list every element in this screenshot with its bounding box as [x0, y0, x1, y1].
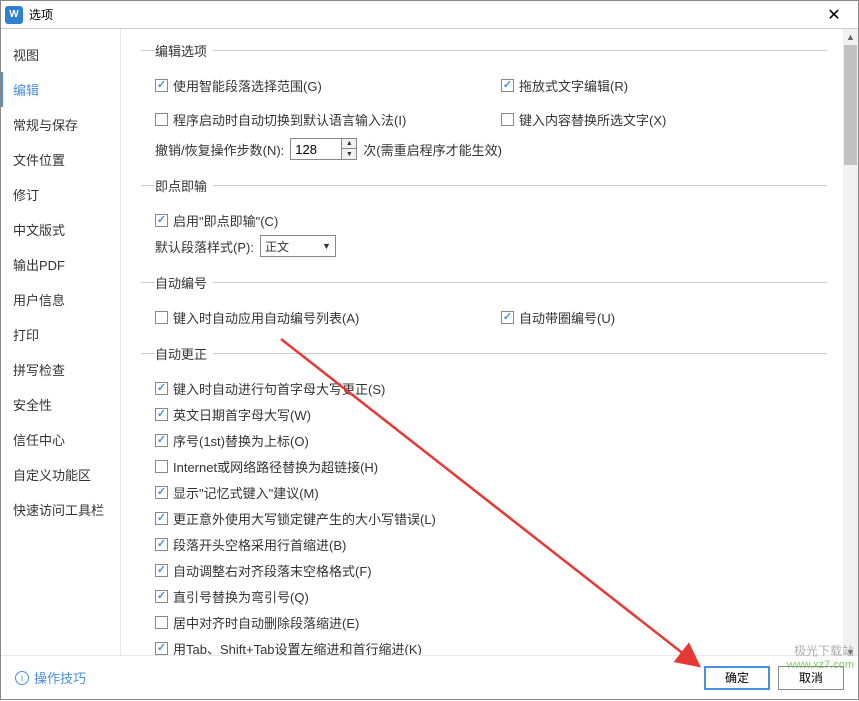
sidebar-item-custom-ribbon[interactable]: 自定义功能区 [1, 457, 120, 492]
sidebar-item-quick-access[interactable]: 快速访问工具栏 [1, 492, 120, 527]
lightbulb-icon: i [15, 671, 29, 685]
opt-auto-circled-number[interactable]: 自动带圈编号(U) [501, 308, 615, 327]
group-auto-number: 自动编号 键入时自动应用自动编号列表(A) 自动带圈编号(U) [141, 273, 827, 340]
opt-enable-clicktype[interactable]: 启用"即点即输"(C) [155, 211, 278, 230]
sidebar-item-print[interactable]: 打印 [1, 317, 120, 352]
opt-smart-paragraph[interactable]: 使用智能段落选择范围(G) [155, 76, 322, 95]
undo-steps-label: 撤销/恢复操作步数(N): [155, 140, 284, 159]
group-click-type: 即点即输 启用"即点即输"(C) 默认段落样式(P): 正文▼ [141, 176, 827, 269]
opt-ordinal-superscript[interactable]: 序号(1st)替换为上标(O) [155, 431, 309, 450]
opt-auto-switch-ime[interactable]: 程序启动时自动切换到默认语言输入法(I) [155, 110, 406, 129]
sidebar-item-chinese-layout[interactable]: 中文版式 [1, 212, 120, 247]
undo-steps-note: 次(需重启程序才能生效) [363, 140, 502, 159]
opt-firstline-indent-space[interactable]: 段落开头空格采用行首缩进(B) [155, 535, 346, 554]
opt-correct-capslock[interactable]: 更正意外使用大写锁定键产生的大小写错误(L) [155, 509, 436, 528]
group-autocorrect-legend: 自动更正 [155, 344, 213, 363]
scrollbar-track[interactable]: ▲ ▼ [843, 29, 858, 659]
sidebar-item-trust-center[interactable]: 信任中心 [1, 422, 120, 457]
opt-autocomplete-suggest[interactable]: 显示"记忆式键入"建议(M) [155, 483, 319, 502]
spin-down-icon[interactable]: ▼ [342, 149, 356, 159]
sidebar-item-output-pdf[interactable]: 输出PDF [1, 247, 120, 282]
undo-steps-input[interactable]: ▲▼ [290, 138, 357, 160]
sidebar-item-view[interactable]: 视图 [1, 37, 120, 72]
opt-remove-indent-center[interactable]: 居中对齐时自动删除段落缩进(E) [155, 613, 359, 632]
sidebar-item-revision[interactable]: 修订 [1, 177, 120, 212]
default-para-style-select[interactable]: 正文▼ [260, 235, 336, 257]
sidebar: 视图 编辑 常规与保存 文件位置 修订 中文版式 输出PDF 用户信息 打印 拼… [1, 29, 121, 699]
group-edit-legend: 编辑选项 [155, 41, 213, 60]
app-logo: W [5, 6, 23, 24]
group-clicktype-legend: 即点即输 [155, 176, 213, 195]
opt-adjust-rightalign-space[interactable]: 自动调整右对齐段落末空格格式(F) [155, 561, 372, 580]
options-scroll-area: 编辑选项 使用智能段落选择范围(G) 拖放式文字编辑(R) 程序启动时自动切换到… [121, 29, 843, 699]
opt-drag-drop-text[interactable]: 拖放式文字编辑(R) [501, 76, 628, 95]
sidebar-item-edit[interactable]: 编辑 [1, 72, 120, 107]
close-icon[interactable]: ✕ [814, 5, 854, 25]
opt-internet-hyperlink[interactable]: Internet或网络路径替换为超链接(H) [155, 457, 378, 476]
sidebar-item-security[interactable]: 安全性 [1, 387, 120, 422]
scroll-up-icon[interactable]: ▲ [843, 29, 858, 44]
tips-link[interactable]: i 操作技巧 [15, 668, 86, 687]
undo-steps-value[interactable] [291, 142, 341, 157]
sidebar-item-spellcheck[interactable]: 拼写检查 [1, 352, 120, 387]
opt-capitalize-days[interactable]: 英文日期首字母大写(W) [155, 405, 311, 424]
opt-auto-numbered-list[interactable]: 键入时自动应用自动编号列表(A) [155, 308, 359, 327]
sidebar-item-file-location[interactable]: 文件位置 [1, 142, 120, 177]
scrollbar-thumb[interactable] [844, 45, 857, 165]
group-edit-options: 编辑选项 使用智能段落选择范围(G) 拖放式文字编辑(R) 程序启动时自动切换到… [141, 41, 827, 172]
spin-up-icon[interactable]: ▲ [342, 139, 356, 149]
sidebar-item-general-save[interactable]: 常规与保存 [1, 107, 120, 142]
opt-typing-replace-sel[interactable]: 键入内容替换所选文字(X) [501, 110, 666, 129]
cancel-button[interactable]: 取消 [778, 666, 844, 690]
group-autonum-legend: 自动编号 [155, 273, 213, 292]
chevron-down-icon: ▼ [322, 241, 331, 251]
opt-capitalize-sentence[interactable]: 键入时自动进行句首字母大写更正(S) [155, 379, 385, 398]
opt-smart-quotes[interactable]: 直引号替换为弯引号(Q) [155, 587, 309, 606]
sidebar-item-user-info[interactable]: 用户信息 [1, 282, 120, 317]
group-autocorrect: 自动更正 键入时自动进行句首字母大写更正(S) 英文日期首字母大写(W) 序号(… [141, 344, 827, 671]
ok-button[interactable]: 确定 [704, 666, 770, 690]
default-para-style-label: 默认段落样式(P): [155, 237, 254, 256]
dialog-title: 选项 [29, 6, 53, 23]
